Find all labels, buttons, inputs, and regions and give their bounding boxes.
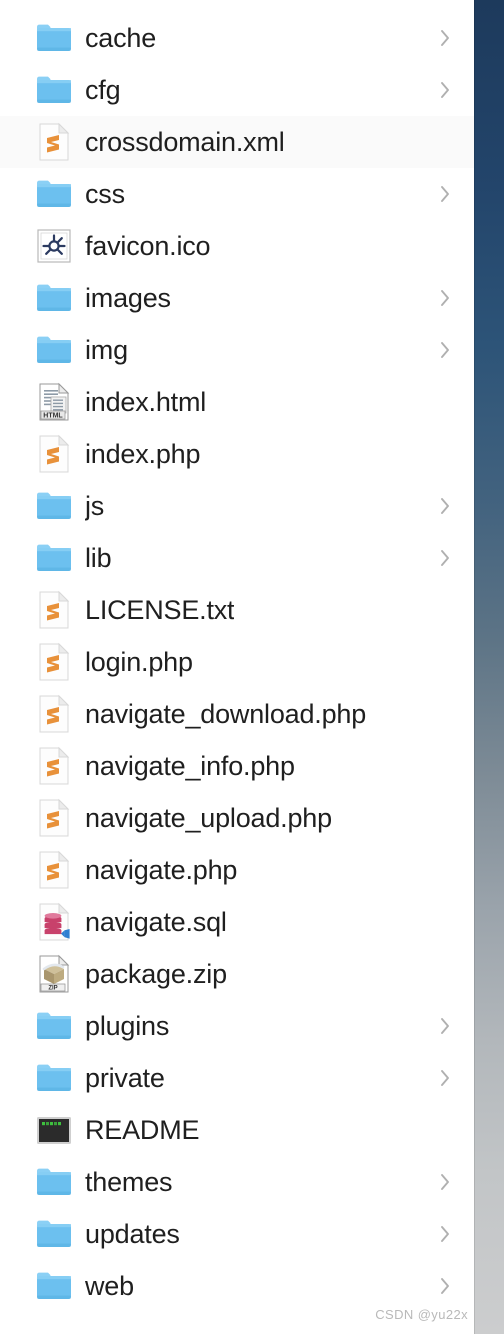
file-list-item[interactable]: crossdomain.xml: [0, 116, 474, 168]
file-name-label: package.zip: [85, 959, 227, 989]
desktop-wallpaper-strip: [474, 0, 504, 1334]
folder-icon: [33, 1161, 75, 1203]
file-list-item[interactable]: LICENSE.txt: [0, 584, 474, 636]
file-list-item[interactable]: images: [0, 272, 474, 324]
sublime-file-icon: [33, 797, 75, 839]
folder-icon: [33, 277, 75, 319]
chevron-right-icon[interactable]: [438, 1171, 452, 1193]
file-name-label: js: [85, 491, 105, 521]
file-name-label: images: [85, 283, 171, 313]
file-name-label: lib: [85, 543, 112, 573]
chevron-right-icon[interactable]: [438, 287, 452, 309]
file-list-item[interactable]: favicon.ico: [0, 220, 474, 272]
file-list-item[interactable]: login.php: [0, 636, 474, 688]
file-name-label: index.html: [85, 387, 207, 417]
file-name-label: plugins: [85, 1011, 170, 1041]
file-list-item[interactable]: navigate.php: [0, 844, 474, 896]
file-name-label: README: [85, 1115, 200, 1145]
file-list-item[interactable]: web: [0, 1260, 474, 1312]
sublime-file-icon: [33, 641, 75, 683]
chevron-right-icon[interactable]: [438, 79, 452, 101]
file-list-item[interactable]: navigate_info.php: [0, 740, 474, 792]
file-name-label: navigate_info.php: [85, 751, 295, 781]
html-file-icon: HTML: [33, 381, 75, 423]
folder-icon: [33, 1213, 75, 1255]
file-list-item[interactable]: img: [0, 324, 474, 376]
csdn-watermark: CSDN @yu22x: [375, 1307, 468, 1322]
file-name-label: LICENSE.txt: [85, 595, 235, 625]
favicon-image-icon: [33, 225, 75, 267]
sublime-file-icon: [33, 693, 75, 735]
file-list-item[interactable]: navigate_upload.php: [0, 792, 474, 844]
chevron-right-icon[interactable]: [438, 27, 452, 49]
file-list-item[interactable]: css: [0, 168, 474, 220]
file-list-item[interactable]: themes: [0, 1156, 474, 1208]
file-name-label: crossdomain.xml: [85, 127, 285, 157]
sublime-file-icon: [33, 589, 75, 631]
file-list[interactable]: cache cfg crossdomain.xml css favicon.ico ima…: [0, 12, 474, 1312]
file-list-item[interactable]: README: [0, 1104, 474, 1156]
sublime-file-icon: [33, 849, 75, 891]
file-list-item[interactable]: navigate.sql: [0, 896, 474, 948]
folder-icon: [33, 69, 75, 111]
file-list-item[interactable]: cfg: [0, 64, 474, 116]
sql-file-icon: [33, 901, 75, 943]
file-name-label: themes: [85, 1167, 173, 1197]
file-name-label: updates: [85, 1219, 180, 1249]
file-name-label: navigate.sql: [85, 907, 227, 937]
file-browser-panel: cache cfg crossdomain.xml css favicon.ico ima…: [0, 0, 474, 1334]
file-name-label: favicon.ico: [85, 231, 211, 261]
folder-icon: [33, 1265, 75, 1307]
svg-text:ZIP: ZIP: [48, 986, 57, 992]
file-name-label: navigate_upload.php: [85, 803, 332, 833]
file-name-label: navigate.php: [85, 855, 238, 885]
zip-archive-icon: ZIP: [33, 953, 75, 995]
folder-icon: [33, 1057, 75, 1099]
file-name-label: web: [85, 1271, 134, 1301]
chevron-right-icon[interactable]: [438, 339, 452, 361]
folder-icon: [33, 485, 75, 527]
file-name-label: private: [85, 1063, 165, 1093]
file-list-item[interactable]: HTML index.html: [0, 376, 474, 428]
sublime-file-icon: [33, 433, 75, 475]
file-name-label: login.php: [85, 647, 193, 677]
file-list-item[interactable]: private: [0, 1052, 474, 1104]
file-list-item[interactable]: plugins: [0, 1000, 474, 1052]
file-name-label: cache: [85, 23, 157, 53]
folder-icon: [33, 537, 75, 579]
sublime-file-icon: [33, 745, 75, 787]
chevron-right-icon[interactable]: [438, 183, 452, 205]
svg-text:HTML: HTML: [43, 412, 63, 419]
file-list-item[interactable]: lib: [0, 532, 474, 584]
folder-icon: [33, 329, 75, 371]
file-list-item[interactable]: index.php: [0, 428, 474, 480]
chevron-right-icon[interactable]: [438, 1067, 452, 1089]
chevron-right-icon[interactable]: [438, 495, 452, 517]
file-list-item[interactable]: cache: [0, 12, 474, 64]
file-name-label: index.php: [85, 439, 201, 469]
file-name-label: cfg: [85, 75, 121, 105]
file-list-item[interactable]: ZIP package.zip: [0, 948, 474, 1000]
file-name-label: css: [85, 179, 125, 209]
chevron-right-icon[interactable]: [438, 1223, 452, 1245]
file-name-label: navigate_download.php: [85, 699, 367, 729]
chevron-right-icon[interactable]: [438, 1275, 452, 1297]
file-list-item[interactable]: navigate_download.php: [0, 688, 474, 740]
file-name-label: img: [85, 335, 128, 365]
folder-icon: [33, 173, 75, 215]
folder-icon: [33, 1005, 75, 1047]
sublime-file-icon: [33, 121, 75, 163]
folder-icon: [33, 17, 75, 59]
file-list-item[interactable]: js: [0, 480, 474, 532]
chevron-right-icon[interactable]: [438, 1015, 452, 1037]
terminal-file-icon: [33, 1109, 75, 1151]
chevron-right-icon[interactable]: [438, 547, 452, 569]
file-list-item[interactable]: updates: [0, 1208, 474, 1260]
